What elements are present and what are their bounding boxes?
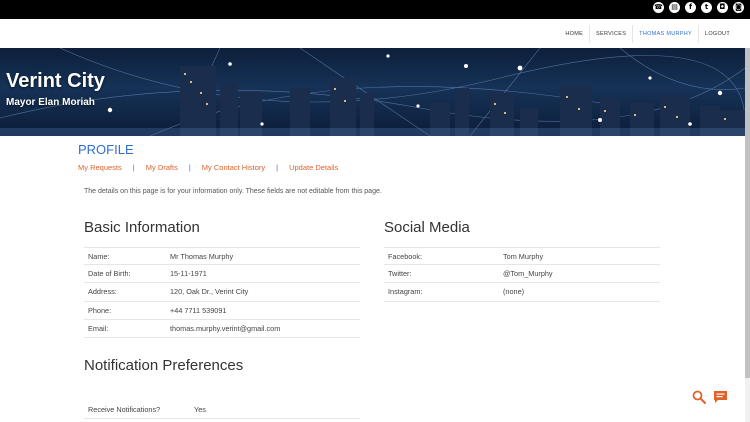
- social-media-heading: Social Media: [384, 219, 470, 236]
- table-row: Phone: +44 7711 539091: [84, 302, 360, 320]
- facebook-icon[interactable]: f: [685, 2, 696, 13]
- subnav-separator: |: [188, 163, 191, 172]
- row-label: Instagram:: [388, 287, 423, 297]
- table-row: Receive Notifications? Yes: [84, 401, 360, 420]
- row-value: Mr Thomas Murphy: [170, 251, 234, 261]
- row-label: Facebook:: [388, 251, 423, 261]
- search-icon[interactable]: [692, 390, 706, 404]
- row-value: @Tom_Murphy: [503, 269, 553, 279]
- table-row: Address: 120, Oak Dr., Verint City: [84, 283, 360, 302]
- subnav-separator: |: [276, 163, 279, 172]
- main-navbar: HOME SERVICES THOMAS MURPHY LOGOUT: [0, 19, 750, 48]
- chat-icon[interactable]: ▤: [669, 2, 680, 13]
- social-icons: ☎ ▤ f t ◘ ◙: [653, 2, 744, 13]
- row-value: +44 7711 539091: [170, 305, 227, 315]
- basic-info-table: Name: Mr Thomas Murphy Date of Birth: 15…: [84, 247, 360, 338]
- link-my-requests[interactable]: My Requests: [78, 163, 122, 172]
- row-label: Receive Notifications?: [88, 405, 161, 415]
- table-row: Twitter: @Tom_Murphy: [384, 265, 660, 284]
- row-value: Yes: [194, 405, 206, 415]
- nav-user[interactable]: THOMAS MURPHY: [632, 24, 698, 43]
- twitter-icon[interactable]: t: [701, 2, 712, 13]
- table-row: Instagram: (none): [384, 283, 660, 302]
- profile-subnav: My Requests | My Drafts | My Contact His…: [78, 163, 338, 172]
- city-skyline-image: [0, 48, 745, 136]
- row-value: (none): [503, 287, 525, 297]
- row-label: Twitter:: [388, 269, 412, 279]
- row-value: 120, Oak Dr., Verint City: [170, 287, 249, 297]
- link-my-contact-history[interactable]: My Contact History: [202, 163, 265, 172]
- notification-prefs-table: Receive Notifications? Yes: [84, 401, 360, 420]
- link-my-drafts[interactable]: My Drafts: [146, 163, 178, 172]
- table-row: Facebook: Tom Murphy: [384, 247, 660, 266]
- table-row: Name: Mr Thomas Murphy: [84, 247, 360, 266]
- nav-services[interactable]: SERVICES: [589, 24, 632, 43]
- nav-logout[interactable]: LOGOUT: [697, 24, 736, 43]
- basic-info-heading: Basic Information: [84, 219, 200, 236]
- row-value: 15-11-1971: [170, 269, 207, 279]
- link-update-details[interactable]: Update Details: [289, 163, 338, 172]
- site-title: Verint City: [6, 70, 105, 92]
- notification-prefs-heading: Notification Preferences: [84, 357, 244, 374]
- subnav-separator: |: [132, 163, 135, 172]
- row-label: Name:: [88, 251, 110, 261]
- row-label: Date of Birth:: [88, 269, 131, 279]
- table-row: Email: thomas.murphy.verint@gmail.com: [84, 320, 360, 338]
- camera-icon[interactable]: ◙: [733, 2, 744, 13]
- instagram-icon[interactable]: ◘: [717, 2, 728, 13]
- nav-menu: HOME SERVICES THOMAS MURPHY LOGOUT: [559, 19, 736, 48]
- nav-home[interactable]: HOME: [559, 25, 589, 43]
- top-bar: ☎ ▤ f t ◘ ◙: [0, 0, 750, 19]
- page-title: PROFILE: [78, 142, 134, 157]
- chat-bubble-icon[interactable]: [713, 390, 728, 404]
- phone-icon[interactable]: ☎: [653, 2, 664, 13]
- info-notice: The details on this page is for your inf…: [84, 188, 382, 195]
- row-label: Phone:: [88, 305, 112, 315]
- scrollbar-thumb[interactable]: [745, 48, 750, 378]
- table-row: Date of Birth: 15-11-1971: [84, 265, 360, 284]
- site-subtitle: Mayor Elan Moriah: [6, 97, 95, 108]
- row-label: Email:: [88, 323, 109, 333]
- row-value: thomas.murphy.verint@gmail.com: [170, 323, 281, 333]
- city-banner: Verint City Mayor Elan Moriah: [0, 48, 745, 136]
- social-media-table: Facebook: Tom Murphy Twitter: @Tom_Murph…: [384, 247, 660, 302]
- row-value: Tom Murphy: [503, 251, 544, 261]
- row-label: Address:: [88, 287, 117, 297]
